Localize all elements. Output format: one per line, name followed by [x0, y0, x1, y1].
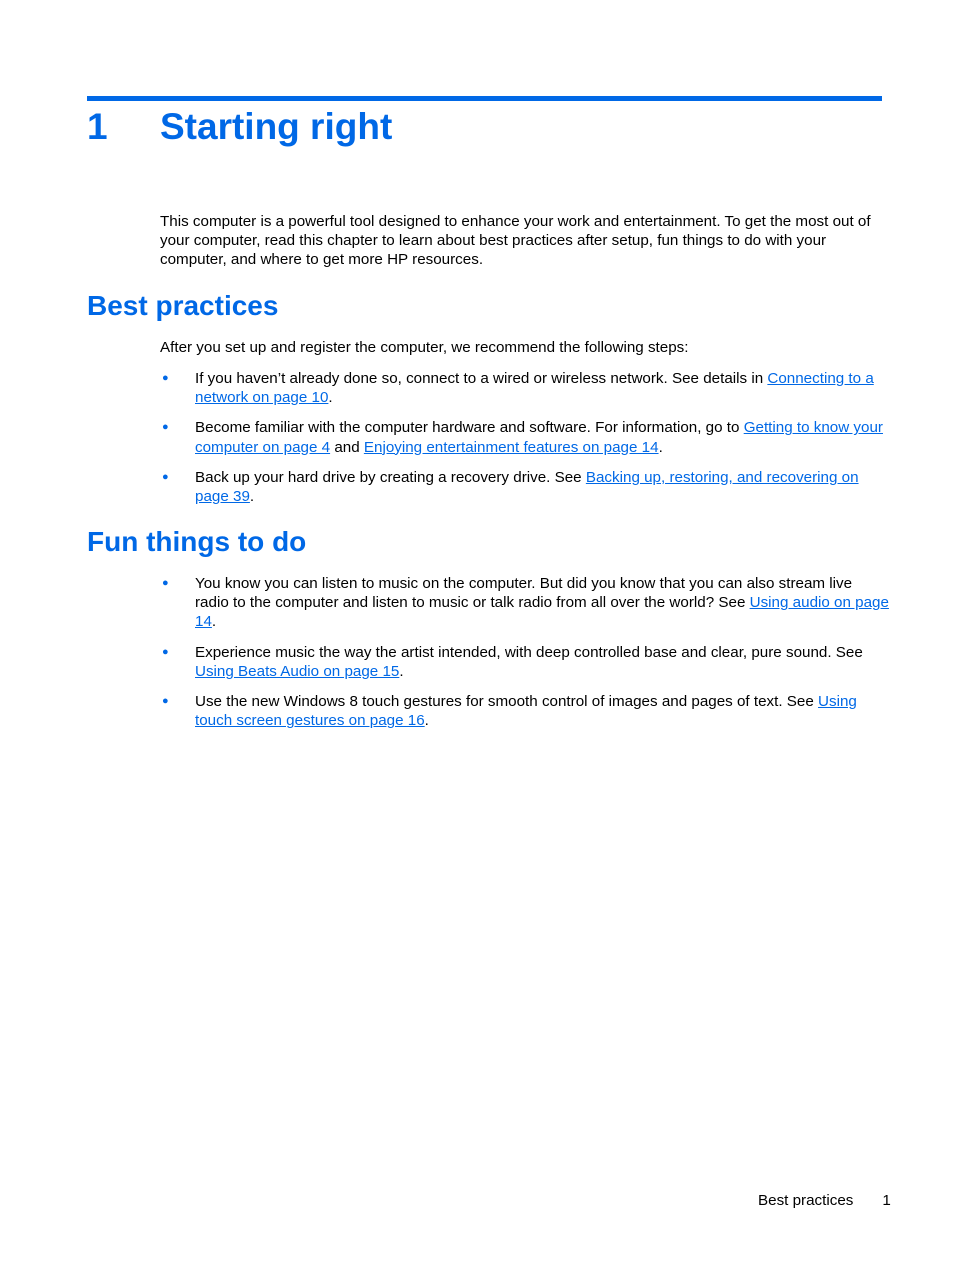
list-item: ● If you haven’t already done so, connec…	[162, 370, 874, 407]
page-number: 1	[882, 1192, 891, 1209]
list-item: ● Experience music the way the artist in…	[162, 643, 863, 680]
bullet-icon: ●	[162, 577, 169, 589]
bullet-icon: ●	[162, 695, 169, 708]
list-item: ● You know you can listen to music on th…	[162, 575, 889, 631]
section-heading-fun-things: Fun things to do	[87, 526, 307, 557]
bullet-icon: ●	[162, 372, 169, 384]
bullet-icon: ●	[162, 421, 169, 434]
bullet-icon: ●	[162, 645, 169, 658]
list-item: ● Become familiar with the computer hard…	[162, 419, 883, 456]
link-enjoying-entertainment[interactable]: Enjoying entertainment features on page …	[364, 439, 659, 456]
fun-things-list: ● You know you can listen to music on th…	[160, 574, 890, 741]
chapter-heading: 1 Starting right	[87, 106, 392, 156]
best-practices-list: ● If you haven’t already done so, connec…	[160, 369, 890, 517]
intro-paragraph: This computer is a powerful tool designe…	[160, 213, 871, 269]
page-footer: Best practices 1	[758, 1192, 891, 1209]
chapter-rule	[87, 96, 882, 101]
chapter-number: 1	[87, 106, 108, 147]
footer-section-title: Best practices	[758, 1192, 854, 1209]
best-practices-lead: After you set up and register the comput…	[160, 339, 689, 356]
link-beats-audio[interactable]: Using Beats Audio on page 15	[195, 663, 399, 680]
list-item: ● Use the new Windows 8 touch gestures f…	[162, 693, 857, 730]
list-item: ● Back up your hard drive by creating a …	[162, 468, 859, 506]
section-heading-best-practices: Best practices	[87, 290, 279, 321]
bullet-icon: ●	[162, 470, 169, 483]
chapter-title: Starting right	[160, 106, 393, 147]
